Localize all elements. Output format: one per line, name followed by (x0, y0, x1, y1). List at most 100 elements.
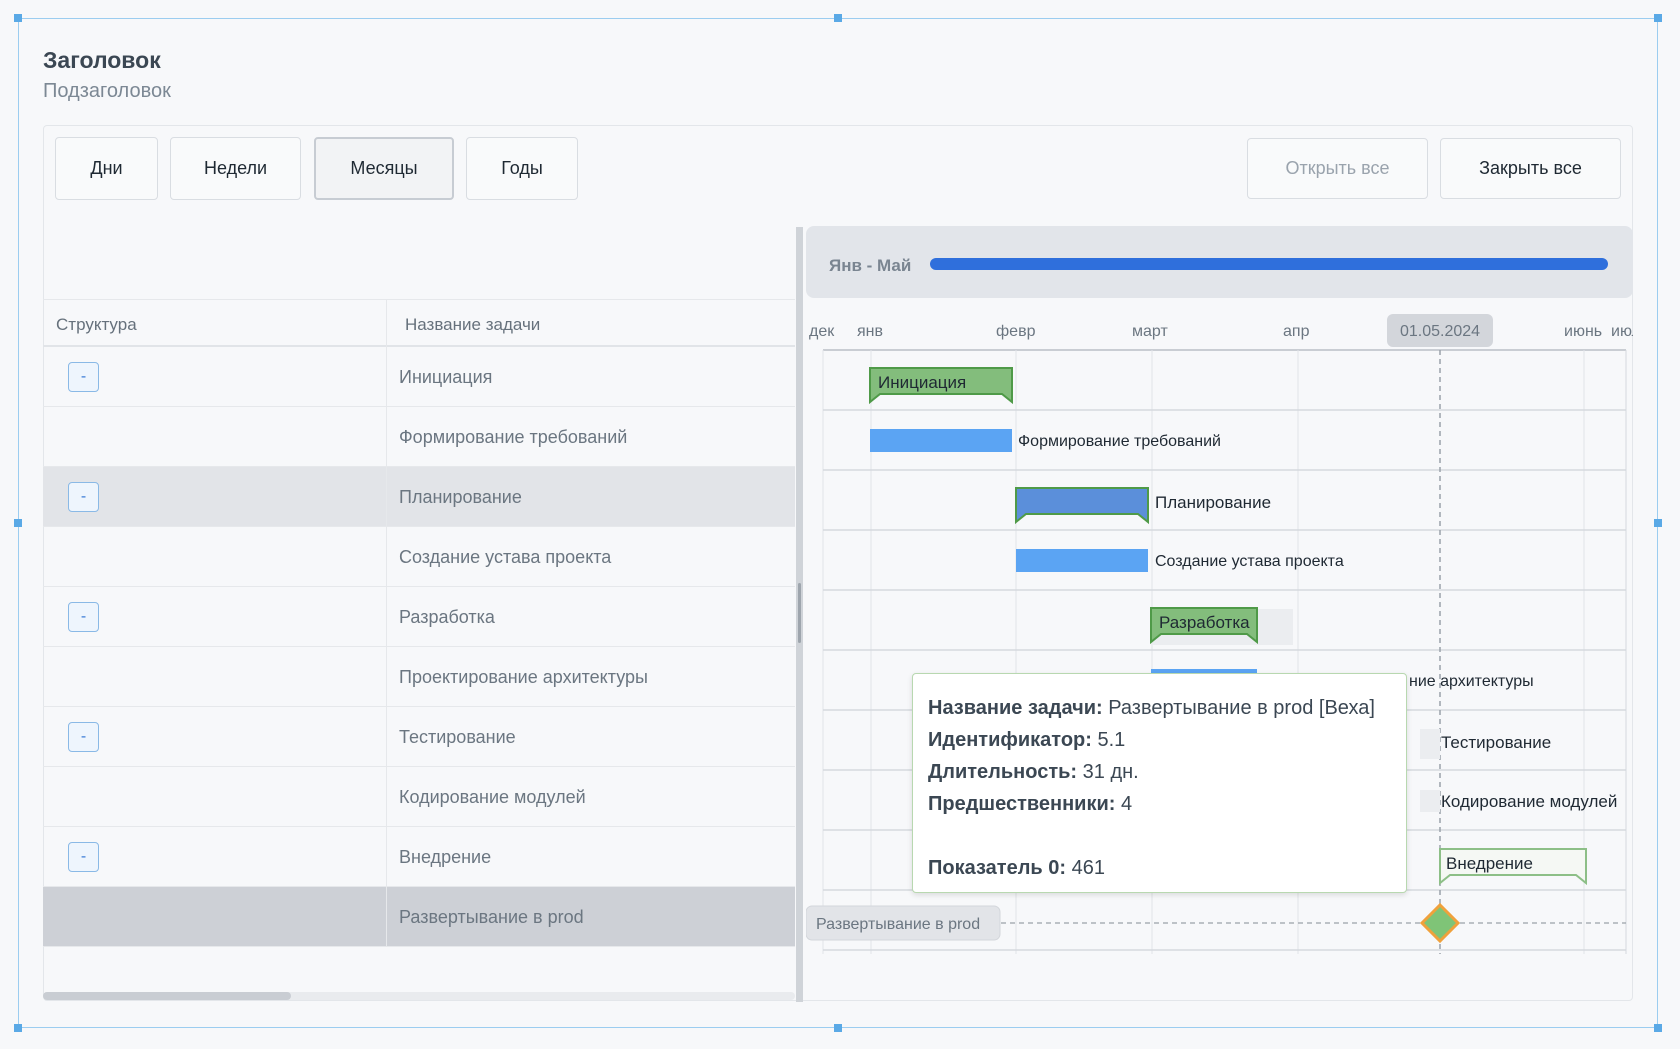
table-row[interactable]: Кодирование модулей (43, 767, 795, 827)
table-row[interactable]: - Разработка (43, 587, 795, 647)
resize-handle[interactable] (14, 519, 22, 527)
scale-years-button[interactable]: Годы (466, 137, 578, 200)
pane-splitter[interactable] (796, 227, 803, 1002)
task-name-cell: Создание устава проекта (399, 547, 612, 567)
resize-handle[interactable] (1654, 14, 1662, 22)
month-label: март (1132, 323, 1168, 340)
group-bar[interactable]: Инициация (869, 367, 1013, 405)
bar-label: Планирование (1155, 493, 1271, 512)
scale-days-button[interactable]: Дни (55, 137, 158, 200)
month-label: февр (996, 323, 1036, 340)
tooltip-field-value: 4 (1121, 793, 1133, 815)
column-divider (386, 707, 387, 767)
task-tooltip: Название задачи: Развертывание в prod [В… (912, 673, 1407, 893)
bar-label: Формирование требований (1018, 433, 1221, 450)
tooltip-field-label: Предшественники: (928, 793, 1116, 815)
table-row[interactable]: Создание устава проекта (43, 527, 795, 587)
bar-shadow (1420, 790, 1440, 812)
task-name-cell: Тестирование (399, 727, 516, 747)
column-divider (386, 527, 387, 587)
column-divider (386, 887, 387, 947)
task-name-cell: Формирование требований (399, 427, 628, 447)
tooltip-field-label: Длительность: (928, 761, 1078, 783)
milestone-label: Развертывание в prod (816, 916, 980, 933)
collapse-toggle-button[interactable]: - (68, 722, 99, 752)
collapse-toggle-button[interactable]: - (68, 842, 99, 872)
tooltip-line: Длительность: 31 дн. (928, 756, 1391, 788)
table-row[interactable]: Развертывание в prod (43, 887, 795, 947)
tooltip-line: Название задачи: Развертывание в prod [В… (928, 692, 1391, 724)
task-name-cell: Инициация (399, 367, 493, 387)
range-label: Янв - Май (829, 256, 911, 275)
bar-label: Внедрение (1446, 854, 1533, 873)
group-bar[interactable]: Планирование (1015, 487, 1271, 525)
scale-weeks-button[interactable]: Недели (170, 137, 301, 200)
tooltip-field-label: Показатель 0: (928, 857, 1067, 879)
table-row[interactable]: - Внедрение (43, 827, 795, 887)
column-divider (386, 647, 387, 707)
column-divider (386, 347, 387, 407)
page-title: Заголовок (43, 47, 161, 73)
tooltip-line: Показатель 0: 461 (928, 852, 1391, 884)
bar-label: ние архитектуры (1409, 673, 1534, 690)
column-header-structure[interactable]: Структура (56, 315, 137, 335)
group-bar[interactable]: Внедрение (1439, 848, 1587, 886)
tooltip-field-value: Развертывание в prod [Веха] (1108, 697, 1375, 719)
table-row[interactable]: - Планирование (43, 467, 795, 527)
horizontal-scrollbar[interactable] (43, 992, 795, 1000)
collapse-all-button[interactable]: Закрыть все (1440, 138, 1621, 199)
column-header-task-name[interactable]: Название задачи (405, 315, 540, 335)
collapse-toggle-button[interactable]: - (68, 482, 99, 512)
bar-shadow (1420, 729, 1440, 759)
bar-label: Инициация (878, 373, 966, 392)
month-label: янв (857, 323, 883, 340)
tooltip-field-value: 31 дн. (1082, 761, 1139, 783)
task-bar[interactable]: Формирование требований (870, 429, 1221, 452)
task-name-cell: Развертывание в prod (399, 907, 584, 927)
column-divider (386, 467, 387, 527)
month-label: апр (1283, 323, 1310, 340)
task-name-cell: Кодирование модулей (399, 787, 586, 807)
resize-handle[interactable] (14, 1024, 22, 1032)
task-grid: Структура Название задачи - Инициация Форм… (43, 299, 795, 999)
resize-handle[interactable] (1654, 1024, 1662, 1032)
table-row[interactable]: - Тестирование (43, 707, 795, 767)
collapse-toggle-button[interactable]: - (68, 362, 99, 392)
resize-handle[interactable] (834, 1024, 842, 1032)
range-progress-bar[interactable] (930, 258, 1608, 270)
bar-label: Тестирование (1441, 733, 1551, 752)
table-row[interactable]: Формирование требований (43, 407, 795, 467)
grid-header: Структура Название задачи (43, 299, 795, 347)
collapse-toggle-button[interactable]: - (68, 602, 99, 632)
tooltip-line: Идентификатор: 5.1 (928, 724, 1391, 756)
tooltip-field-label: Идентификатор: (928, 729, 1092, 751)
resize-handle[interactable] (14, 14, 22, 22)
resize-handle[interactable] (834, 14, 842, 22)
task-bar[interactable]: Создание устава проекта (1016, 549, 1344, 572)
table-row[interactable]: Проектирование архитектуры (43, 647, 795, 707)
bar-label: Разработка (1159, 613, 1250, 632)
task-name-cell: Планирование (399, 487, 522, 507)
column-divider (386, 300, 387, 347)
milestone-diamond[interactable] (1419, 902, 1461, 944)
resize-handle[interactable] (1654, 519, 1662, 527)
scrollbar-thumb[interactable] (43, 992, 291, 1000)
tooltip-line: Предшественники: 4 (928, 788, 1391, 820)
page-subtitle: Подзаголовок (43, 80, 171, 102)
tooltip-line (928, 820, 1391, 852)
expand-all-button[interactable]: Открыть все (1247, 138, 1428, 199)
column-divider (386, 767, 387, 827)
task-name-cell: Разработка (399, 607, 495, 627)
scale-months-button[interactable]: Месяцы (314, 137, 454, 200)
tooltip-field-value: 5.1 (1097, 729, 1126, 751)
month-label: июль (1611, 323, 1633, 340)
task-name-cell: Внедрение (399, 847, 492, 867)
tooltip-field-label: Название задачи: (928, 697, 1103, 719)
splitter-grip[interactable] (798, 583, 801, 643)
table-row[interactable]: - Инициация (43, 347, 795, 407)
column-divider (386, 587, 387, 647)
month-label: дек (809, 323, 835, 340)
bar-label: Создание устава проекта (1155, 553, 1344, 570)
column-divider (386, 827, 387, 887)
today-date-label: 01.05.2024 (1400, 323, 1480, 340)
